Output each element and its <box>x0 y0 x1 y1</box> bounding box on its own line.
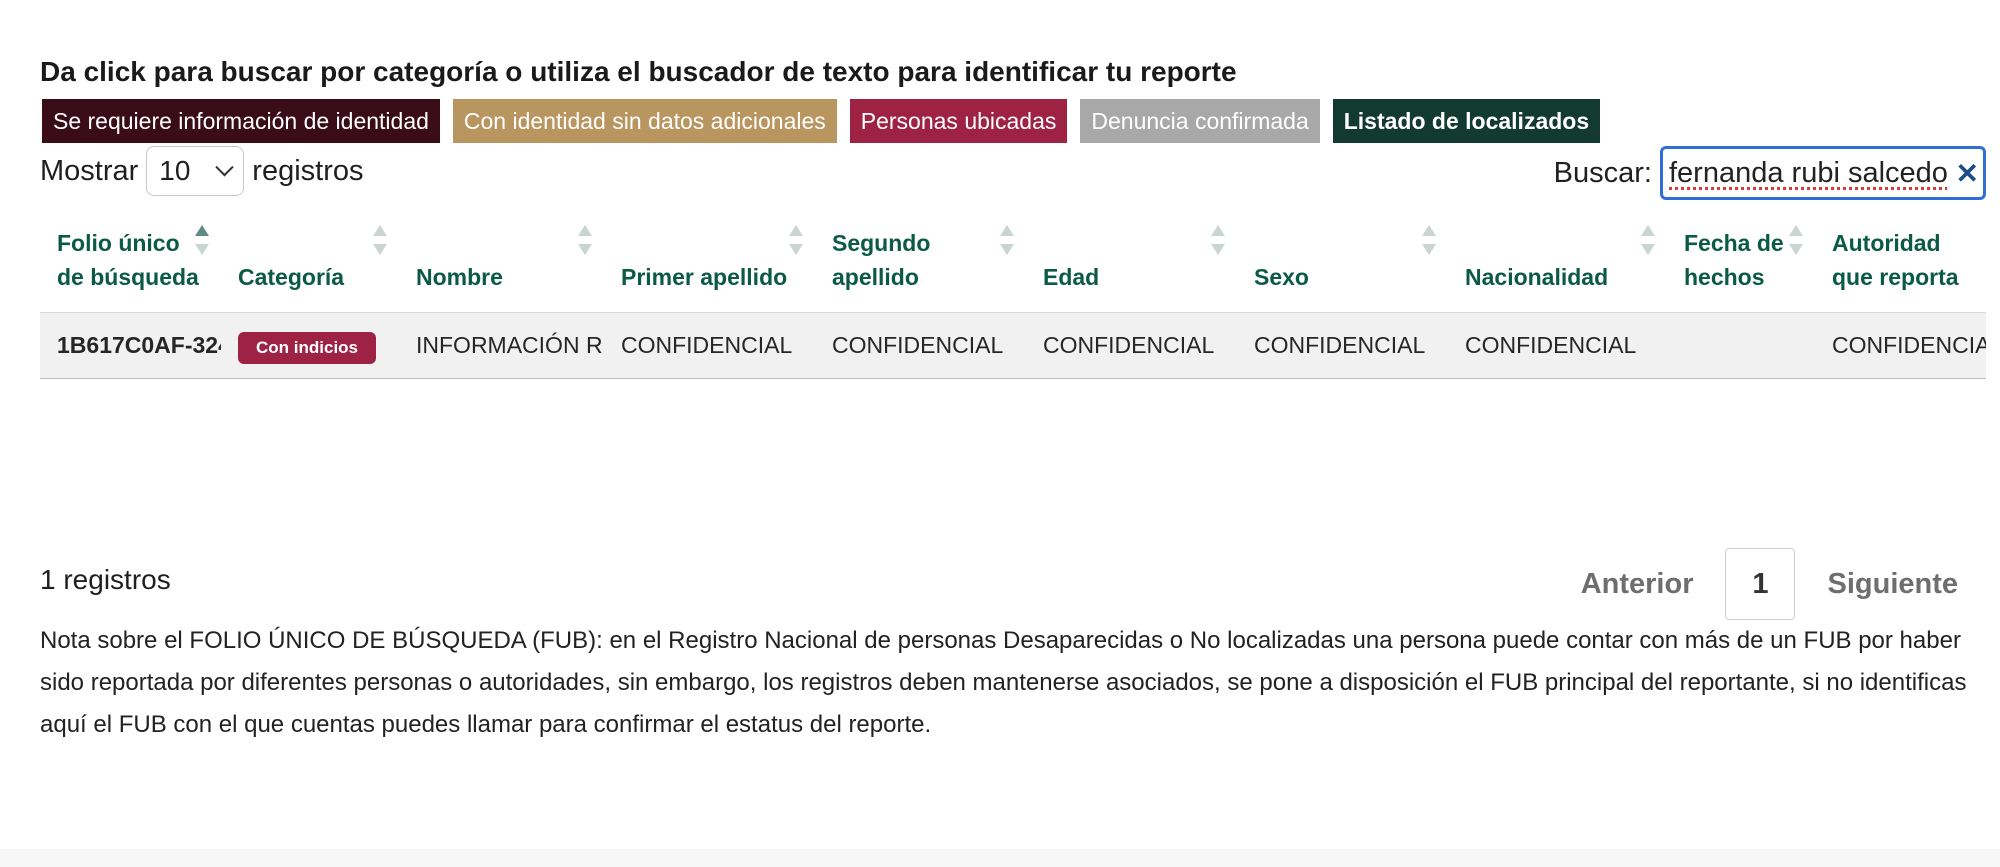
category-filters: Se requiere información de identidad Con… <box>42 99 1601 143</box>
page-1-button[interactable]: 1 <box>1725 548 1796 620</box>
cell-primer-apellido: CONFIDENCIAL <box>604 312 815 379</box>
column-header-nacionalidad[interactable]: Nacionalidad <box>1448 218 1667 313</box>
sort-icon <box>1422 225 1436 255</box>
pagination: Anterior 1 Siguiente <box>1581 548 1958 620</box>
close-icon[interactable]: ✕ <box>1956 157 1979 190</box>
column-header-edad[interactable]: Edad <box>1026 218 1237 313</box>
category-identity-required-button[interactable]: Se requiere información de identidad <box>42 99 440 143</box>
sort-icon <box>578 225 592 255</box>
sort-icon <box>1000 225 1014 255</box>
cell-nombre: INFORMACIÓN RESERVADA POR: FISCALIA GENE… <box>399 312 604 379</box>
cell-sexo: CONFIDENCIAL <box>1237 312 1448 379</box>
sort-icon <box>1211 225 1225 255</box>
cell-nacionalidad: CONFIDENCIAL <box>1448 312 1667 379</box>
search-control: Buscar: ✕ <box>1554 146 1986 200</box>
results-table: Folio único de búsqueda Categoría Nombre… <box>40 218 1986 379</box>
column-header-categoria[interactable]: Categoría <box>221 218 399 313</box>
cell-edad: CONFIDENCIAL <box>1026 312 1237 379</box>
search-input[interactable] <box>1669 156 1956 190</box>
column-header-folio[interactable]: Folio único de búsqueda <box>40 218 221 313</box>
cell-fecha <box>1667 312 1815 379</box>
column-header-sexo[interactable]: Sexo <box>1237 218 1448 313</box>
cell-categoria: Con indicios <box>221 312 399 379</box>
sort-ascending-icon <box>195 225 209 255</box>
page-length-select[interactable]: 10 <box>146 146 245 196</box>
sort-icon <box>1641 225 1655 255</box>
cell-folio: 1B617C0AF-324F-4F33-943B-B2F788854F0B <box>40 312 221 379</box>
column-header-nombre[interactable]: Nombre <box>399 218 604 313</box>
column-header-segundo-apellido[interactable]: Segundo apellido <box>815 218 1026 313</box>
next-page-button[interactable]: Siguiente <box>1827 568 1958 601</box>
previous-page-button[interactable]: Anterior <box>1581 568 1694 601</box>
cell-autoridad: CONFIDENCIAL <box>1815 312 1986 379</box>
sort-icon <box>373 225 387 255</box>
page-title: Da click para buscar por categoría o uti… <box>40 56 1237 87</box>
search-label: Buscar: <box>1553 156 1652 189</box>
sort-icon <box>789 225 803 255</box>
table-header-row: Folio único de búsqueda Categoría Nombre… <box>40 218 1986 313</box>
records-count: 1 registros <box>40 564 171 595</box>
page-length-value: 10 <box>159 155 191 186</box>
column-header-fecha[interactable]: Fecha de hechos <box>1667 218 1815 313</box>
length-prefix-label: Mostrar <box>40 154 139 187</box>
page-footer-strip <box>0 849 2000 867</box>
page-length-control: Mostrar 10 registros <box>40 146 364 196</box>
category-confirmed-button[interactable]: Denuncia confirmada <box>1080 99 1320 143</box>
length-suffix-label: registros <box>252 154 364 187</box>
fub-note: Nota sobre el FOLIO ÚNICO DE BÚSQUEDA (F… <box>40 627 1967 738</box>
sort-icon <box>1789 225 1803 255</box>
category-located-button[interactable]: Personas ubicadas <box>849 99 1068 143</box>
status-badge: Con indicios <box>238 332 376 364</box>
column-header-primer-apellido[interactable]: Primer apellido <box>604 218 815 313</box>
category-identity-no-data-button[interactable]: Con identidad sin datos adicionales <box>452 99 837 143</box>
search-box: ✕ <box>1660 146 1986 200</box>
cell-segundo-apellido: CONFIDENCIAL <box>815 312 1026 379</box>
category-found-list-button[interactable]: Listado de localizados <box>1332 99 1601 143</box>
column-header-autoridad[interactable]: Autoridad que reporta <box>1815 218 1986 313</box>
chevron-down-icon <box>215 157 234 176</box>
table-row[interactable]: 1B617C0AF-324F-4F33-943B-B2F788854F0B Co… <box>40 312 1986 379</box>
